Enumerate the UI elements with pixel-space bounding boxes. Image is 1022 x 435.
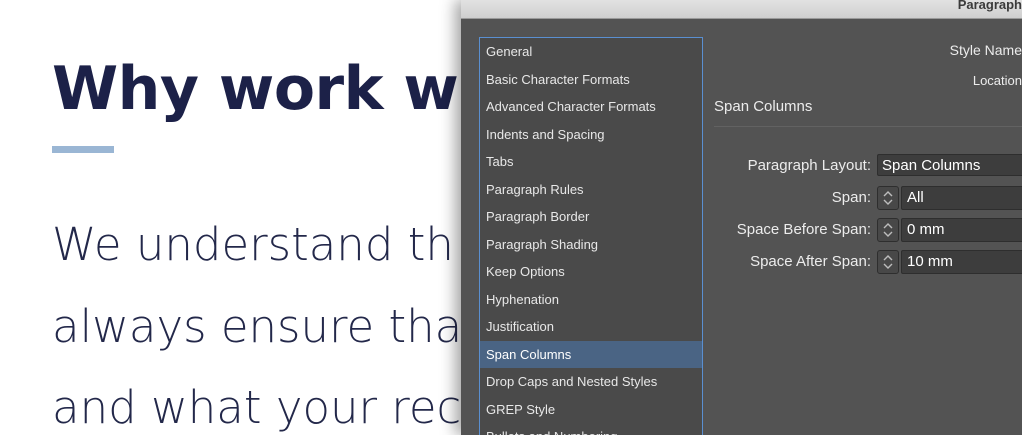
location-label: Location [972, 73, 1022, 88]
category-item-keep-options[interactable]: Keep Options [480, 258, 702, 286]
heading-underline [52, 146, 114, 153]
body-text-line: We understand th [52, 218, 454, 271]
body-text-line: always ensure tha [52, 300, 463, 353]
category-item-justification[interactable]: Justification [480, 313, 702, 341]
section-title: Span Columns [714, 98, 813, 115]
space-before-span-label: Space Before Span: [736, 221, 871, 238]
category-item-paragraph-shading[interactable]: Paragraph Shading [480, 231, 702, 259]
space-before-span-stepper[interactable] [877, 218, 899, 242]
category-item-basic-character-formats[interactable]: Basic Character Formats [480, 66, 702, 94]
category-item-paragraph-rules[interactable]: Paragraph Rules [480, 176, 702, 204]
category-item-indents-and-spacing[interactable]: Indents and Spacing [480, 121, 702, 149]
up-down-chevron-icon [883, 191, 893, 205]
space-after-span-field[interactable]: 10 mm [901, 250, 1022, 274]
category-item-bullets-and-numbering[interactable]: Bullets and Numbering [480, 423, 702, 435]
space-after-span-row: Space After Span: 10 mm [702, 250, 1022, 274]
category-item-grep-style[interactable]: GREP Style [480, 396, 702, 424]
span-label: Span: [831, 189, 871, 206]
body-text-line: and what your rec [52, 381, 462, 434]
paragraph-layout-dropdown[interactable]: Span Columns [877, 154, 1022, 176]
page-heading: Why work wit [52, 54, 470, 124]
paragraph-layout-row: Paragraph Layout: Span Columns [702, 154, 1022, 178]
category-item-paragraph-border[interactable]: Paragraph Border [480, 203, 702, 231]
category-item-span-columns[interactable]: Span Columns [480, 340, 702, 368]
dialog-title: Paragraph [957, 0, 1022, 12]
space-after-span-label: Space After Span: [750, 253, 871, 270]
span-field[interactable]: All [901, 186, 1022, 210]
up-down-chevron-icon [883, 255, 893, 269]
background-webpage: Why work wit We understand th always ens… [0, 0, 470, 435]
space-before-span-row: Space Before Span: 0 mm [702, 218, 1022, 242]
settings-panel: Style Name Location Span Columns Paragra… [702, 18, 1022, 435]
category-item-tabs[interactable]: Tabs [480, 148, 702, 176]
span-row: Span: All [702, 186, 1022, 210]
section-divider [714, 126, 1022, 127]
category-item-general[interactable]: General [480, 38, 702, 66]
category-item-drop-caps-and-nested-styles[interactable]: Drop Caps and Nested Styles [480, 368, 702, 396]
span-stepper[interactable] [877, 186, 899, 210]
category-list[interactable]: General Basic Character Formats Advanced… [479, 37, 703, 435]
dialog-titlebar[interactable]: Paragraph [461, 0, 1022, 19]
category-item-advanced-character-formats[interactable]: Advanced Character Formats [480, 93, 702, 121]
paragraph-style-dialog: Paragraph General Basic Character Format… [461, 0, 1022, 435]
up-down-chevron-icon [883, 223, 893, 237]
space-after-span-stepper[interactable] [877, 250, 899, 274]
paragraph-layout-label: Paragraph Layout: [747, 157, 871, 174]
style-name-label: Style Name [949, 42, 1022, 58]
space-before-span-field[interactable]: 0 mm [901, 218, 1022, 242]
category-item-hyphenation[interactable]: Hyphenation [480, 286, 702, 314]
